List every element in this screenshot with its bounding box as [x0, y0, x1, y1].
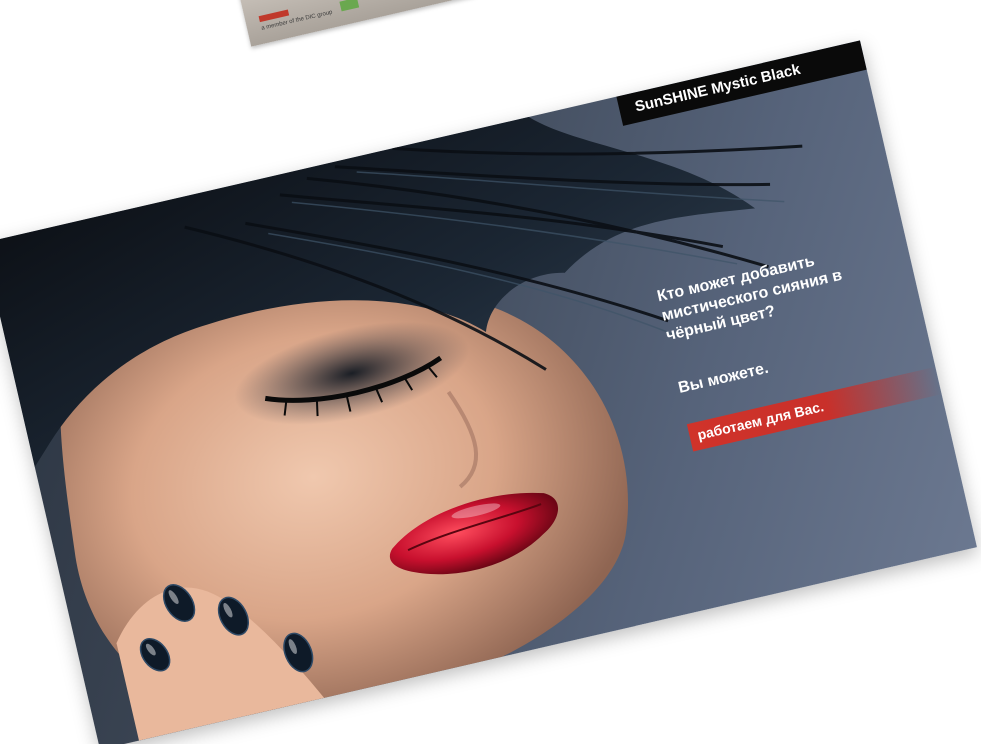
advertisement: SunSHINE Mystic Black Кто может добавить…	[0, 40, 977, 744]
magazine-spread: a member of the DIC group SunSHINE Mysti…	[0, 0, 981, 744]
partial-top-page: a member of the DIC group	[222, 0, 476, 47]
brand-logo-green	[339, 0, 360, 12]
